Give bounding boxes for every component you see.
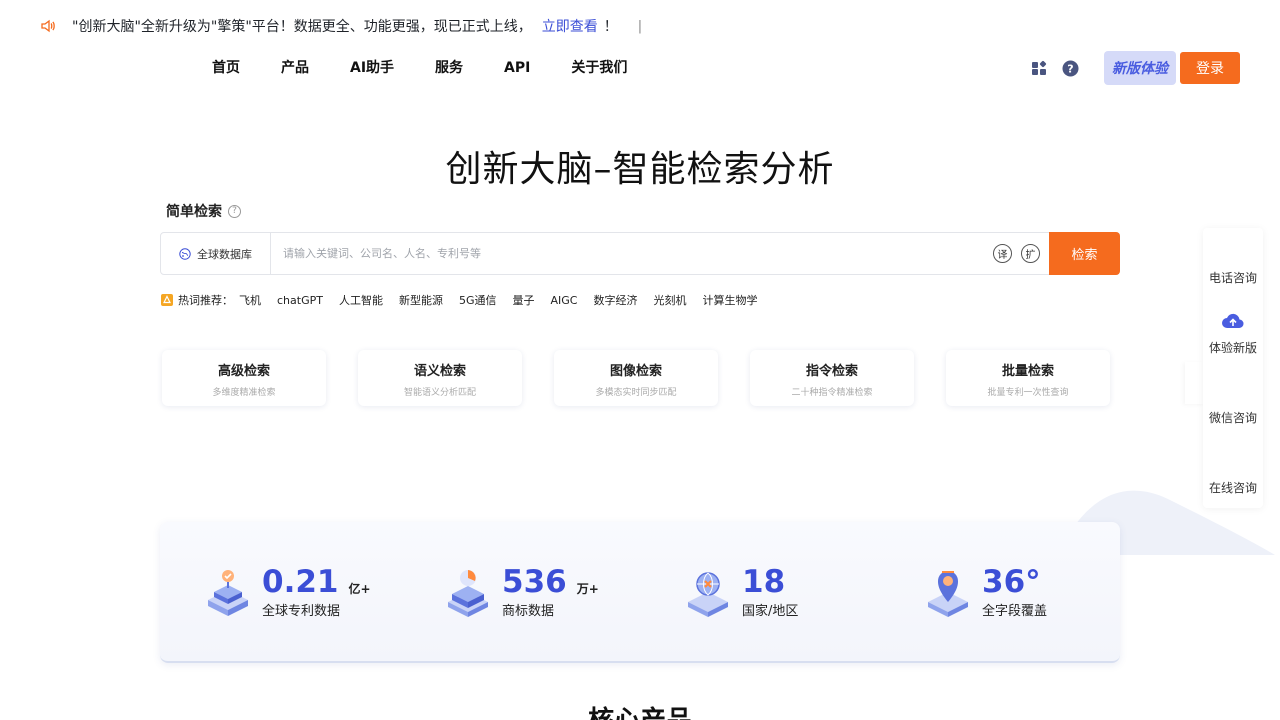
card-subtitle: 智能语义分析匹配	[403, 388, 476, 398]
hot-word[interactable]: 5G通信	[459, 292, 497, 308]
database-label: 全球数据库	[197, 247, 252, 261]
nav-item-products[interactable]: 产品	[281, 59, 309, 77]
stat-unit: 万+	[576, 582, 599, 596]
nav-item-services[interactable]: 服务	[435, 59, 463, 77]
search-input[interactable]	[271, 233, 993, 274]
main-nav: 首页 产品 AI助手 服务 API 关于我们	[212, 59, 668, 77]
search-help-icon[interactable]: ?	[228, 204, 241, 218]
card-title: 图像检索	[609, 364, 662, 379]
card-image-search[interactable]: 图像检索 多模态实时同步匹配	[554, 350, 718, 406]
hot-word[interactable]: 人工智能	[339, 292, 383, 308]
section-title-core-products: 核心产品	[0, 700, 1280, 720]
new-version-button[interactable]: 新版体验	[1104, 51, 1176, 85]
hot-word[interactable]: 数字经济	[593, 292, 637, 308]
stat-unit: 亿+	[348, 582, 371, 596]
card-subtitle: 二十种指令精准检索	[791, 388, 873, 398]
translate-button[interactable]: 译	[993, 244, 1012, 263]
announcement-bar: "创新大脑"全新升级为"擎策"平台！数据更全、功能更强，现已正式上线， 立即查看…	[0, 0, 1280, 52]
stat-number: 536	[502, 564, 567, 600]
card-subtitle: 多维度精准检索	[212, 388, 276, 398]
hot-word[interactable]: 计算生物学	[702, 292, 757, 308]
announcement-text: "创新大脑"全新升级为"擎策"平台！数据更全、功能更强，现已正式上线，	[72, 19, 532, 35]
side-float-notch	[1185, 362, 1205, 404]
page-title: 创新大脑–智能检索分析	[445, 149, 835, 190]
side-new-version[interactable]: 体验新版	[1203, 339, 1263, 356]
stat-number: 18	[742, 564, 786, 600]
expand-button[interactable]: 扩	[1021, 244, 1040, 263]
hot-word[interactable]: AIGC	[550, 294, 577, 307]
card-subtitle: 批量专利一次性查询	[987, 388, 1069, 398]
side-wechat-consult[interactable]: 微信咨询	[1203, 409, 1263, 426]
search-mode-text: 简单检索	[166, 204, 222, 220]
hot-word[interactable]: chatGPT	[277, 294, 323, 307]
card-semantic-search[interactable]: 语义检索 智能语义分析匹配	[358, 350, 522, 406]
stat-label: 全字段覆盖	[982, 604, 1048, 619]
announcement-caret: |	[637, 18, 643, 34]
stat-number: 0.21	[262, 564, 339, 600]
card-title: 语义检索	[413, 364, 466, 379]
database-selector[interactable]: 全球数据库	[161, 233, 271, 274]
login-button[interactable]: 登录	[1180, 52, 1240, 84]
nav-item-api[interactable]: API	[504, 59, 530, 77]
fire-icon	[161, 294, 173, 306]
nav-item-about[interactable]: 关于我们	[571, 59, 627, 77]
stat-fields: 36° 全字段覆盖	[924, 566, 1051, 619]
stat-label: 国家/地区	[742, 604, 799, 619]
patent-icon	[208, 570, 248, 616]
announcement-suffix: ！	[603, 19, 618, 35]
hot-word[interactable]: 新型能源	[399, 292, 443, 308]
hot-words: 热词推荐： 飞机 chatGPT 人工智能 新型能源 5G通信 量子 AIGC …	[161, 292, 773, 308]
card-advanced-search[interactable]: 高级检索 多维度精准检索	[162, 350, 326, 406]
help-circle-icon[interactable]: ?	[1061, 59, 1079, 77]
search-button[interactable]: 检索	[1049, 232, 1120, 275]
hot-word[interactable]: 量子	[512, 292, 534, 308]
side-phone-consult[interactable]: 电话咨询	[1203, 269, 1263, 286]
hot-word[interactable]: 飞机	[239, 292, 261, 308]
stats-panel: 0.21 亿+ 全球专利数据 536 万+ 商标数据 18 国家/地区 36° …	[160, 522, 1120, 663]
stat-label: 商标数据	[502, 604, 555, 619]
globe-stack-icon	[688, 572, 728, 617]
search-mode-label: 简单检索 ?	[166, 201, 241, 221]
stat-patents: 0.21 亿+ 全球专利数据	[204, 566, 371, 619]
header-tools: ? 新版体验 登录	[1030, 51, 1240, 85]
stat-number: 36°	[982, 564, 1041, 600]
card-title: 指令检索	[805, 364, 858, 379]
hot-words-label: 热词推荐：	[178, 294, 233, 307]
card-subtitle: 多模态实时同步匹配	[595, 388, 677, 398]
nav-item-home[interactable]: 首页	[212, 59, 240, 77]
stat-trademarks: 536 万+ 商标数据	[444, 566, 599, 619]
location-pin-icon	[928, 571, 968, 617]
card-title: 高级检索	[217, 364, 270, 379]
help-glyph: ?	[1067, 62, 1073, 75]
search-bar: 全球数据库 译 扩 检索	[160, 232, 1120, 275]
stat-countries: 18 国家/地区	[684, 566, 798, 619]
hot-word[interactable]: 光刻机	[653, 292, 686, 308]
card-command-search[interactable]: 指令检索 二十种指令精准检索	[750, 350, 914, 406]
nav-item-ai-assistant[interactable]: AI助手	[350, 59, 394, 77]
card-batch-search[interactable]: 批量检索 批量专利一次性查询	[946, 350, 1110, 406]
cloud-upload-icon	[1203, 312, 1263, 332]
search-type-cards: 高级检索 多维度精准检索 语义检索 智能语义分析匹配 图像检索 多模态实时同步匹…	[162, 350, 1110, 406]
card-title: 批量检索	[1001, 364, 1054, 379]
apps-grid-icon[interactable]	[1030, 59, 1048, 77]
side-float-bar: 电话咨询 体验新版 微信咨询 在线咨询	[1203, 228, 1263, 508]
speaker-icon	[40, 18, 56, 34]
stat-label: 全球专利数据	[262, 604, 341, 619]
side-online-consult[interactable]: 在线咨询	[1203, 479, 1263, 496]
trademark-icon	[448, 570, 488, 617]
globe-icon	[179, 247, 191, 260]
announcement-link[interactable]: 立即查看	[542, 16, 598, 36]
